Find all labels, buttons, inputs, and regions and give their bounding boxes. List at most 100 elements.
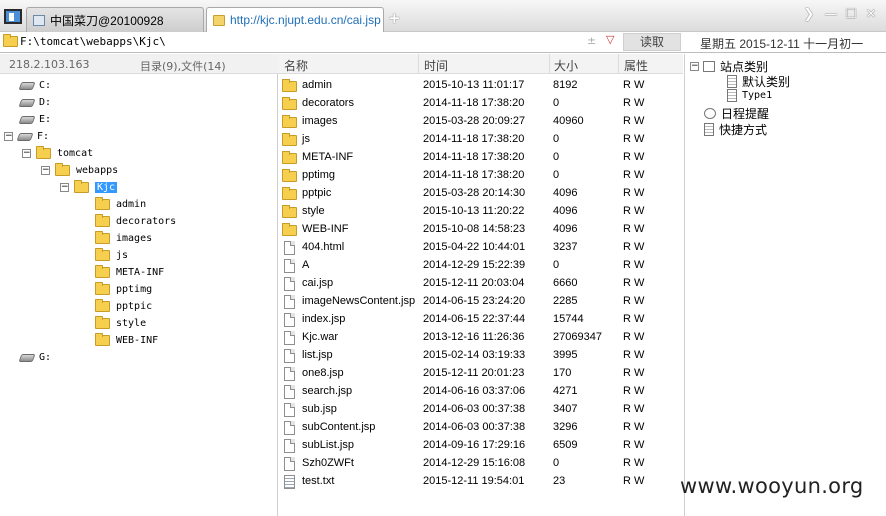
tree-folder-meta-inf[interactable]: META-INF — [95, 264, 164, 281]
file-icon — [284, 385, 295, 399]
file-row[interactable]: list.jsp 2015-02-14 03:19:33 3995 R W — [278, 346, 683, 364]
default-category-node[interactable]: 默认类别 — [727, 73, 790, 90]
file-size: 4096 — [553, 187, 578, 199]
tree-drive-f[interactable]: − F: — [4, 128, 49, 145]
tree-folder-images[interactable]: images — [95, 230, 152, 247]
tree-folder-kjc[interactable]: − Kjc — [60, 179, 118, 196]
tree-folder-pptpic[interactable]: pptpic — [95, 298, 152, 315]
file-name: 404.html — [302, 241, 345, 253]
file-attr: R W — [623, 439, 645, 451]
file-attr: R W — [623, 187, 645, 199]
file-name: WEB-INF — [302, 223, 349, 235]
dropdown-icon[interactable]: ▽ — [606, 33, 614, 46]
document-icon — [727, 89, 737, 102]
file-size: 2285 — [553, 295, 578, 307]
file-row[interactable]: WEB-INF 2015-10-08 14:58:23 4096 R W — [278, 220, 683, 238]
schedule-node[interactable]: 日程提醒 — [704, 105, 769, 122]
shortcuts-node[interactable]: 快捷方式 — [704, 121, 767, 138]
file-row[interactable]: 404.html 2015-04-22 10:44:01 3237 R W — [278, 238, 683, 256]
file-size: 27069347 — [553, 331, 602, 343]
plus-minus-icon[interactable]: ± — [587, 34, 596, 47]
file-row[interactable]: sub.jsp 2014-06-03 00:37:38 3407 R W — [278, 400, 683, 418]
file-name: index.jsp — [302, 313, 346, 325]
file-row[interactable]: js 2014-11-18 17:38:20 0 R W — [278, 130, 683, 148]
file-row[interactable]: pptimg 2014-11-18 17:38:20 0 R W — [278, 166, 683, 184]
scroll-tabs-icon[interactable]: ❯ — [802, 8, 816, 22]
tree-drive-g[interactable]: G: — [18, 349, 51, 366]
collapse-icon[interactable]: − — [22, 149, 31, 158]
collapse-icon[interactable]: − — [690, 62, 699, 71]
tree-folder-web-inf[interactable]: WEB-INF — [95, 332, 158, 349]
file-attr: R W — [623, 385, 645, 397]
file-row[interactable]: subList.jsp 2014-09-16 17:29:16 6509 R W — [278, 436, 683, 454]
file-row[interactable]: Szh0ZWFt 2014-12-29 15:16:08 0 R W — [278, 454, 683, 472]
file-attr: R W — [623, 151, 645, 163]
folder-icon — [3, 34, 18, 47]
file-row[interactable]: images 2015-03-28 20:09:27 40960 R W — [278, 112, 683, 130]
file-row[interactable]: decorators 2014-11-18 17:38:20 0 R W — [278, 94, 683, 112]
column-divider[interactable] — [618, 54, 619, 74]
tree-folder-pptimg[interactable]: pptimg — [95, 281, 152, 298]
column-divider[interactable] — [549, 54, 550, 74]
file-time: 2015-04-22 10:44:01 — [423, 241, 526, 253]
file-row[interactable]: style 2015-10-13 11:20:22 4096 R W — [278, 202, 683, 220]
file-time: 2014-11-18 17:38:20 — [423, 133, 525, 145]
column-attr[interactable]: 属性 — [624, 57, 648, 74]
folder-icon — [95, 282, 110, 295]
maximize-icon[interactable]: ☐ — [844, 8, 858, 22]
column-name[interactable]: 名称 — [284, 57, 308, 74]
file-row[interactable]: cai.jsp 2015-12-11 20:03:04 6660 R W — [278, 274, 683, 292]
folder-icon — [282, 223, 297, 236]
file-row[interactable]: test.txt 2015-12-11 19:54:01 23 R W — [278, 472, 683, 490]
tree-folder-style[interactable]: style — [95, 315, 146, 332]
tree-drive-e[interactable]: E: — [18, 111, 51, 128]
file-row[interactable]: META-INF 2014-11-18 17:38:20 0 R W — [278, 148, 683, 166]
type1-node[interactable]: Type1 — [727, 89, 772, 102]
file-row[interactable]: imageNewsContent.jsp 2014-06-15 23:24:20 2… — [278, 292, 683, 310]
tree-folder-webapps[interactable]: − webapps — [41, 162, 118, 179]
file-row[interactable]: index.jsp 2014-06-15 22:37:44 15744 R W — [278, 310, 683, 328]
file-time: 2014-12-29 15:22:39 — [423, 259, 526, 271]
tab-main[interactable]: 中国菜刀@20100928 — [26, 7, 204, 32]
file-row[interactable]: search.jsp 2014-06-16 03:37:06 4271 R W — [278, 382, 683, 400]
file-attr: R W — [623, 331, 645, 343]
file-row[interactable]: pptpic 2015-03-28 20:14:30 4096 R W — [278, 184, 683, 202]
path-input[interactable]: F:\tomcat\webapps\Kjc\ — [20, 35, 166, 48]
close-icon[interactable]: ✕ — [864, 8, 878, 22]
drive-icon — [18, 98, 36, 107]
column-time[interactable]: 时间 — [424, 57, 448, 74]
file-row[interactable]: one8.jsp 2015-12-11 20:01:23 170 R W — [278, 364, 683, 382]
folder-icon — [282, 133, 297, 146]
file-attr: R W — [623, 457, 645, 469]
column-size[interactable]: 大小 — [554, 57, 578, 74]
file-name: Kjc.war — [302, 331, 339, 343]
file-row[interactable]: admin 2015-10-13 11:01:17 8192 R W — [278, 76, 683, 94]
file-name: subContent.jsp — [302, 421, 376, 433]
file-time: 2014-06-16 03:37:06 — [423, 385, 526, 397]
folder-icon — [282, 97, 297, 110]
collapse-icon[interactable]: − — [41, 166, 50, 175]
app-icon[interactable] — [4, 9, 22, 24]
minimize-icon[interactable]: — — [824, 8, 838, 22]
file-size: 0 — [553, 151, 560, 163]
file-row[interactable]: A 2014-12-29 15:22:39 0 R W — [278, 256, 683, 274]
folder-icon — [95, 214, 110, 227]
file-name: sub.jsp — [302, 403, 337, 415]
read-button[interactable]: 读取 — [623, 33, 681, 51]
column-divider[interactable] — [418, 54, 419, 74]
tree-folder-tomcat[interactable]: − tomcat — [22, 145, 93, 162]
file-row[interactable]: subContent.jsp 2014-06-03 00:37:38 3296 R W — [278, 418, 683, 436]
file-name: cai.jsp — [302, 277, 334, 289]
collapse-icon[interactable]: − — [4, 132, 13, 141]
file-size: 3296 — [553, 421, 578, 433]
new-tab-button[interactable]: + — [388, 9, 401, 27]
file-icon — [284, 295, 295, 309]
tree-folder-decorators[interactable]: decorators — [95, 213, 176, 230]
tree-drive-c[interactable]: C: — [18, 77, 51, 94]
tree-folder-admin[interactable]: admin — [95, 196, 146, 213]
collapse-icon[interactable]: − — [60, 183, 69, 192]
tree-drive-d[interactable]: D: — [18, 94, 51, 111]
tree-folder-js[interactable]: js — [95, 247, 128, 264]
file-row[interactable]: Kjc.war 2013-12-16 11:26:36 27069347 R W — [278, 328, 683, 346]
tab-shell[interactable]: http://kjc.njupt.edu.cn/cai.jsp — [206, 7, 384, 32]
